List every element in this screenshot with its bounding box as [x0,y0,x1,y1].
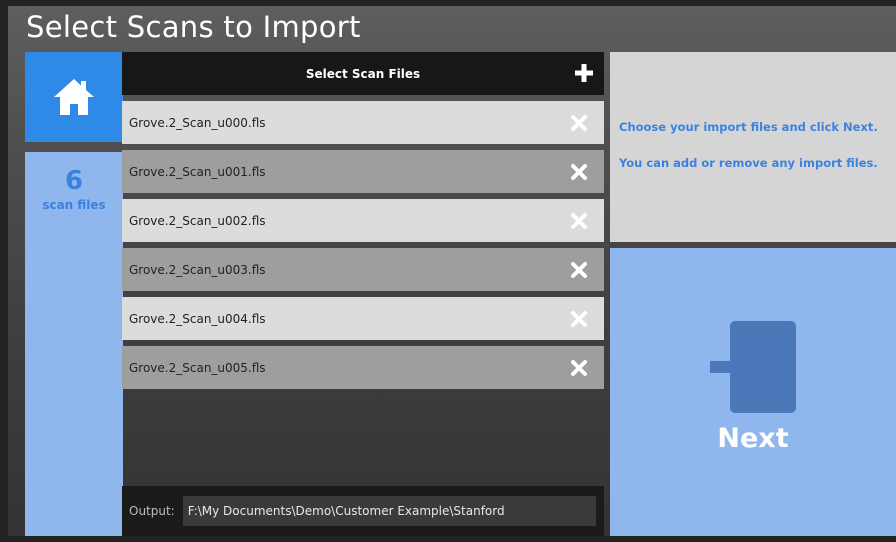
file-name: Grove.2_Scan_u005.fls [129,360,266,375]
file-count: 6 [64,166,84,196]
file-row[interactable]: Grove.2_Scan_u005.fls [122,346,604,389]
file-name: Grove.2_Scan_u000.fls [129,115,266,130]
file-name: Grove.2_Scan_u003.fls [129,262,266,277]
close-icon[interactable] [570,114,588,132]
import-window: Select Scans to Import 6 scan files Sele… [8,6,896,536]
next-button[interactable]: Next [610,248,896,536]
file-count-label: scan files [42,198,106,212]
close-icon[interactable] [570,261,588,279]
instruction-line: Choose your import files and click Next. [619,120,878,134]
file-list-panel: Select Scan Files Grove.2_Scan_u000.fls … [122,52,604,536]
home-icon [54,79,94,115]
close-icon[interactable] [570,310,588,328]
home-button[interactable] [25,52,123,142]
file-row[interactable]: Grove.2_Scan_u002.fls [122,199,604,242]
window-title: Select Scans to Import [26,10,361,44]
file-row[interactable]: Grove.2_Scan_u001.fls [122,150,604,193]
file-list-title: Select Scan Files [305,66,421,81]
close-icon[interactable] [570,163,588,181]
close-icon[interactable] [570,212,588,230]
instructions-panel: Choose your import files and click Next.… [610,52,896,242]
file-row[interactable]: Grove.2_Scan_u004.fls [122,297,604,340]
next-label: Next [717,423,789,454]
file-row[interactable]: Grove.2_Scan_u000.fls [122,101,604,144]
file-row[interactable]: Grove.2_Scan_u003.fls [122,248,604,291]
output-path-field[interactable]: F:\My Documents\Demo\Customer Example\St… [182,496,596,526]
plus-icon[interactable] [574,63,594,83]
file-count-panel: 6 scan files [25,152,123,536]
file-name: Grove.2_Scan_u001.fls [129,164,266,179]
file-name: Grove.2_Scan_u004.fls [129,311,266,326]
output-label: Output: [129,504,175,518]
output-bar: Output: F:\My Documents\Demo\Customer Ex… [122,486,604,536]
sign-in-icon [710,321,796,413]
file-name: Grove.2_Scan_u002.fls [129,213,266,228]
instruction-line: You can add or remove any import files. [619,156,878,170]
close-icon[interactable] [570,359,588,377]
file-list-header: Select Scan Files [122,52,604,95]
